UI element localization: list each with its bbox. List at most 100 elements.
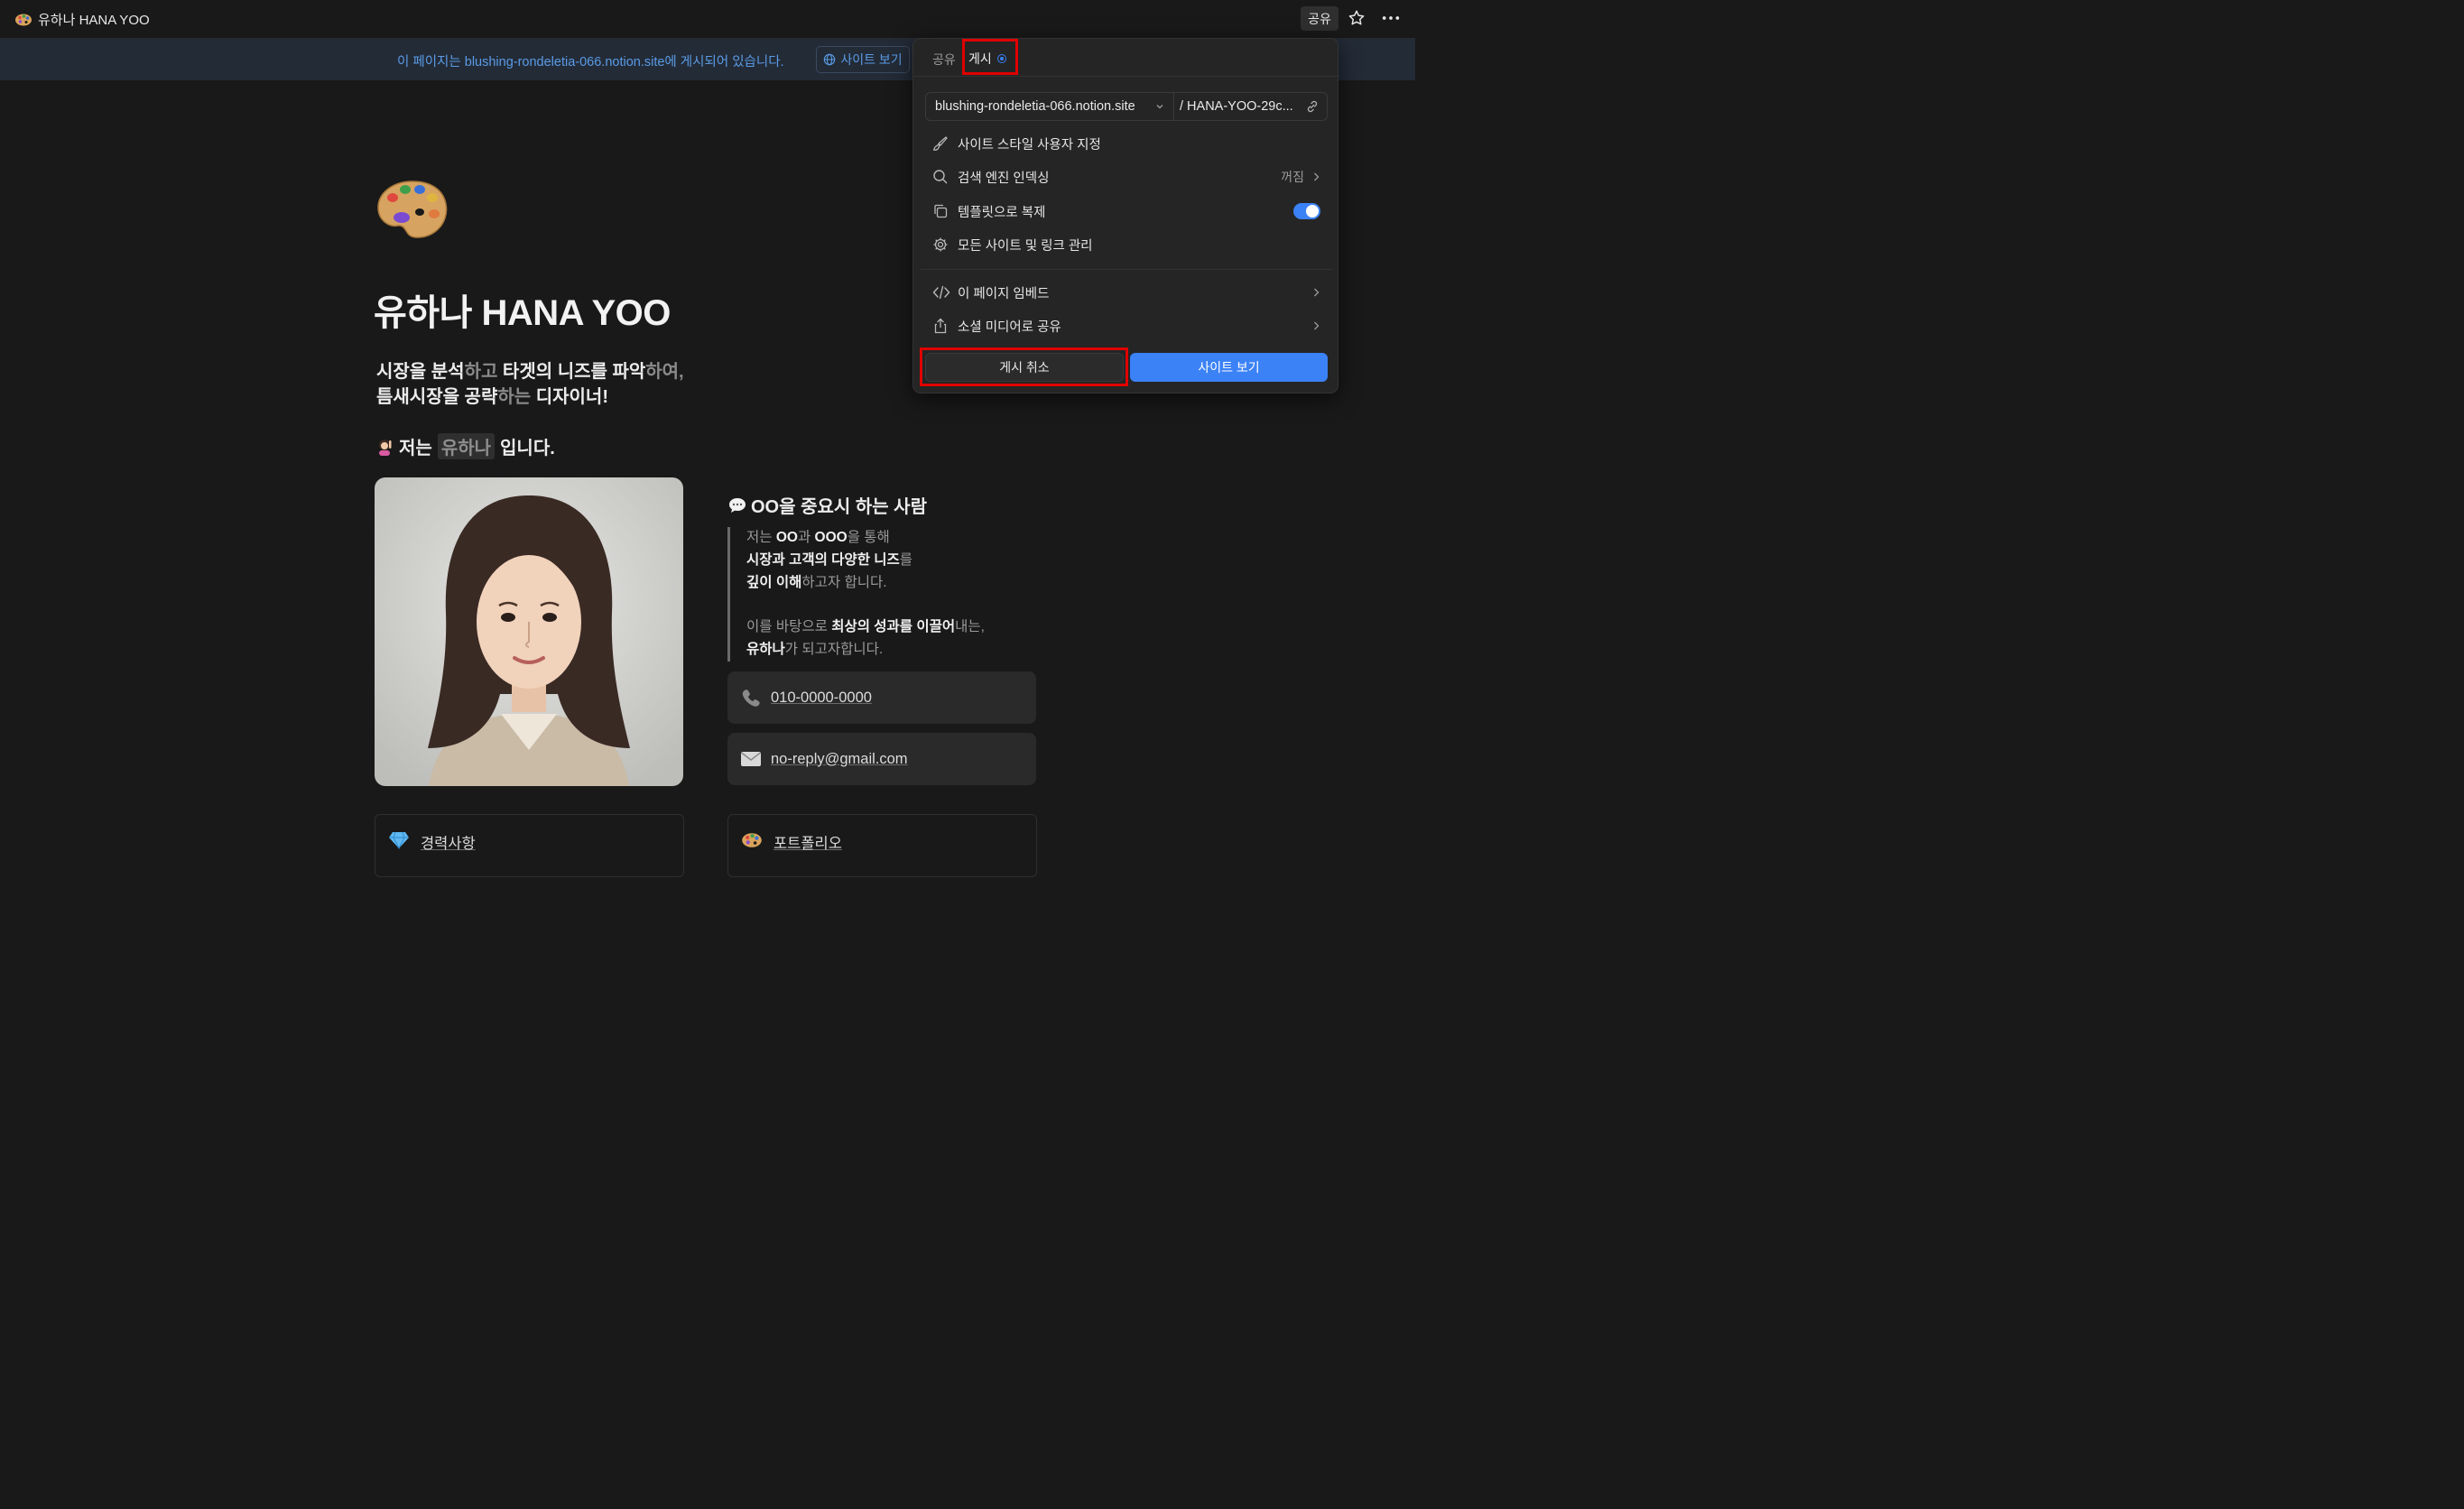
quote-block: 저는 OO과 OOO을 통해 시장과 고객의 다양한 니즈를 깊이 이해하고자 … (727, 527, 1035, 662)
chevron-right-icon (1314, 288, 1320, 297)
palette-icon (15, 14, 32, 25)
banner-text: 이 페이지는 blushing-rondeletia-066.notion.si… (397, 55, 784, 69)
quote-line: 저는 OO과 OOO을 통해 (746, 527, 1035, 550)
quote-text: 가 되고자합니다. (784, 642, 884, 658)
tab-publish-label: 게시 (968, 51, 992, 66)
page-palette-icon[interactable] (375, 178, 450, 241)
quote-bold: OOO (814, 530, 848, 545)
palette-icon (742, 833, 762, 847)
quote-text: 과 (797, 530, 815, 545)
intro-suffix: 입니다. (500, 439, 555, 458)
duplicate-as-template-row: 템플릿으로 복제 (932, 198, 1320, 225)
right-heading-text: OO을 중요시 하는 사람 (751, 497, 927, 517)
quote-text: 저는 (746, 530, 776, 545)
search-engine-indexing-label: 검색 엔진 인덱싱 (958, 171, 1050, 186)
subtitle-segment: 디자이너! (531, 387, 608, 407)
duplicate-as-template-toggle-wrap (1293, 203, 1320, 219)
gear-icon (932, 236, 952, 253)
breadcrumb-title: 유하나 HANA YOO (38, 13, 150, 28)
subtitle-line-1: 시장을 분석하고 타겟의 니즈를 파악하여, (376, 359, 684, 384)
embed-page-row[interactable]: 이 페이지 임베드 (932, 279, 1320, 306)
globe-icon (824, 53, 836, 66)
tab-publish[interactable]: 게시 (968, 50, 1006, 68)
site-url-field: blushing-rondeletia-066.notion.site / HA… (925, 92, 1328, 121)
copy-icon (932, 203, 952, 219)
brush-icon (932, 135, 952, 152)
right-heading: OO을 중요시 하는 사람 (727, 492, 927, 518)
career-page-link[interactable]: 경력사항 (375, 814, 684, 877)
chevron-right-icon (1314, 321, 1320, 330)
search-engine-indexing-value: 꺼짐 (1281, 170, 1304, 184)
divider (921, 269, 1332, 270)
envelope-icon (741, 752, 761, 766)
person-raising-hand-icon (379, 439, 392, 456)
domain-select[interactable]: blushing-rondeletia-066.notion.site (926, 93, 1174, 120)
career-label[interactable]: 경력사항 (421, 831, 476, 853)
quote-line: 시장과 고객의 다양한 니즈를 (746, 550, 1035, 572)
slug-field[interactable]: / HANA-YOO-29c... (1174, 99, 1327, 114)
search-engine-indexing-row[interactable]: 검색 엔진 인덱싱 꺼짐 (932, 163, 1320, 190)
quote-text: 내는, (955, 619, 985, 635)
manage-sites-links-row[interactable]: 모든 사이트 및 링크 관리 (932, 231, 1320, 258)
chevron-right-icon (1314, 172, 1320, 181)
quote-spacer (746, 594, 1035, 616)
portfolio-label[interactable]: 포트폴리오 (773, 831, 842, 853)
share-button[interactable]: 공유 (1301, 6, 1339, 31)
publish-panel: 공유 게시 blushing-rondeletia-066.notion.sit… (912, 38, 1339, 393)
star-icon[interactable] (1348, 9, 1366, 27)
slug-text: / HANA-YOO-29c... (1180, 99, 1293, 114)
quote-line: 유하나가 되고자합니다. (746, 639, 1035, 662)
quote-text: 를 (899, 551, 913, 568)
quote-bold: 유하나 (746, 642, 785, 658)
published-status-dot (996, 54, 1006, 63)
profile-photo[interactable] (375, 477, 683, 786)
quote-line: 이를 바탕으로 최상의 성과를 이끌어내는, (746, 616, 1035, 639)
embed-page-chevron-wrap (1311, 287, 1320, 298)
quote-line: 깊이 이해하고자 합니다. (746, 572, 1035, 595)
share-social-label: 소셜 미디어로 공유 (958, 319, 1061, 335)
link-icon[interactable] (1305, 99, 1320, 114)
intro-line: 저는 유하나 입니다. (375, 433, 555, 459)
gem-icon (389, 831, 409, 849)
speech-bubble-icon (729, 497, 746, 513)
domain-text: blushing-rondeletia-066.notion.site (935, 99, 1135, 114)
more-icon[interactable] (1381, 9, 1401, 27)
phone-callout[interactable]: 010-0000-0000 (727, 671, 1036, 724)
embed-page-label: 이 페이지 임베드 (958, 286, 1050, 301)
chevron-down-icon (1156, 105, 1163, 109)
customize-site-style-label: 사이트 스타일 사용자 지정 (958, 137, 1101, 153)
subtitle-segment: 하는 (497, 387, 532, 407)
top-bar: 유하나 HANA YOO 공유 (0, 0, 1415, 39)
duplicate-as-template-toggle[interactable] (1293, 203, 1320, 219)
share-social-row[interactable]: 소셜 미디어로 공유 (932, 312, 1320, 339)
quote-bold: 최상의 성과를 이끌어 (831, 619, 956, 635)
subtitle-line-2: 틈새시장을 공략하는 디자이너! (376, 384, 684, 410)
manage-sites-links-label: 모든 사이트 및 링크 관리 (958, 238, 1093, 254)
search-icon (932, 169, 952, 185)
intro-prefix: 저는 (399, 439, 432, 458)
banner-view-site-button[interactable]: 사이트 보기 (816, 46, 910, 73)
quote-bold: OO (775, 530, 798, 545)
share-social-chevron-wrap (1311, 320, 1320, 331)
quote-text: 을 통해 (847, 530, 890, 545)
phone-icon (742, 690, 760, 707)
email-callout[interactable]: no-reply@gmail.com (727, 733, 1036, 785)
breadcrumb[interactable]: 유하나 HANA YOO (14, 10, 150, 29)
quote-bold: 시장과 고객의 다양한 니즈 (746, 551, 900, 568)
email-address[interactable]: no-reply@gmail.com (771, 751, 908, 768)
search-engine-indexing-value-group: 꺼짐 (1281, 168, 1320, 186)
subtitle-segment: 틈새시장을 공략 (376, 387, 498, 407)
subtitle-segment: 하여, (645, 362, 684, 382)
customize-site-style-row[interactable]: 사이트 스타일 사용자 지정 (932, 130, 1320, 157)
share-icon (932, 318, 952, 334)
tab-share[interactable]: 공유 (932, 51, 956, 69)
view-site-button[interactable]: 사이트 보기 (1130, 353, 1328, 382)
portfolio-page-link[interactable]: 포트폴리오 (727, 814, 1037, 877)
unpublish-button[interactable]: 게시 취소 (925, 353, 1124, 382)
subtitle-segment: 하고 (464, 362, 498, 382)
subtitle-segment: 타겟의 니즈를 파악 (497, 362, 646, 382)
quote-text: 이를 바탕으로 (746, 619, 832, 635)
page-subtitle: 시장을 분석하고 타겟의 니즈를 파악하여, 틈새시장을 공략하는 디자이너! (376, 359, 684, 410)
subtitle-segment: 시장을 분석 (376, 362, 465, 382)
phone-number[interactable]: 010-0000-0000 (771, 690, 872, 707)
